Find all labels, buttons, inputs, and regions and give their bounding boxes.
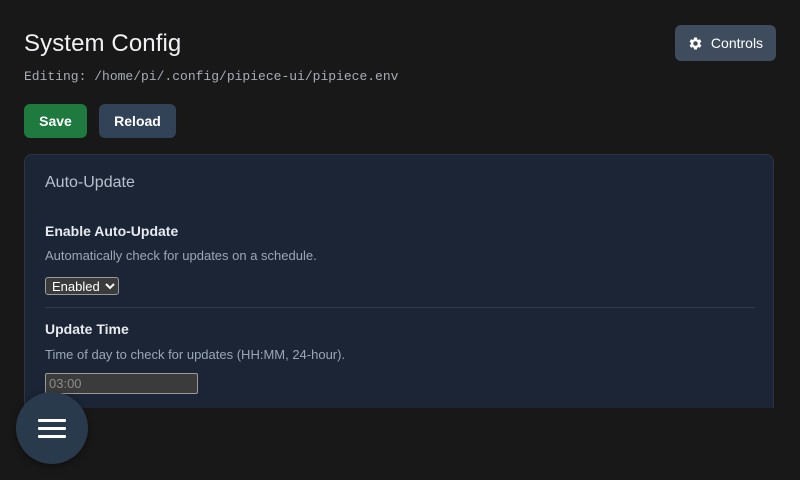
enable-auto-update-description: Automatically check for updates on a sch… xyxy=(45,248,317,263)
menu-fab-button[interactable] xyxy=(16,392,88,464)
gear-icon xyxy=(689,36,702,49)
save-button[interactable]: Save xyxy=(24,104,87,138)
enable-auto-update-label: Enable Auto-Update xyxy=(45,223,179,239)
editing-file-path: Editing: /home/pi/.config/pipiece-ui/pip… xyxy=(24,69,399,84)
controls-button-label: Controls xyxy=(710,35,764,51)
hamburger-menu-icon xyxy=(38,419,66,438)
system-config-page: System Config Controls Editing: /home/pi… xyxy=(0,0,800,480)
section-title: Auto-Update xyxy=(45,174,135,191)
settings-divider xyxy=(45,307,755,308)
update-time-description: Time of day to check for updates (HH:MM,… xyxy=(45,347,346,362)
update-time-input[interactable] xyxy=(45,373,198,394)
page-title: System Config xyxy=(24,30,182,57)
controls-button[interactable]: Controls xyxy=(675,25,776,61)
update-time-label: Update Time xyxy=(45,321,129,337)
reload-button[interactable]: Reload xyxy=(99,104,176,138)
auto-update-panel: Auto-Update Enable Auto-Update Automatic… xyxy=(24,154,774,408)
enable-auto-update-select[interactable]: Enabled xyxy=(45,277,119,295)
